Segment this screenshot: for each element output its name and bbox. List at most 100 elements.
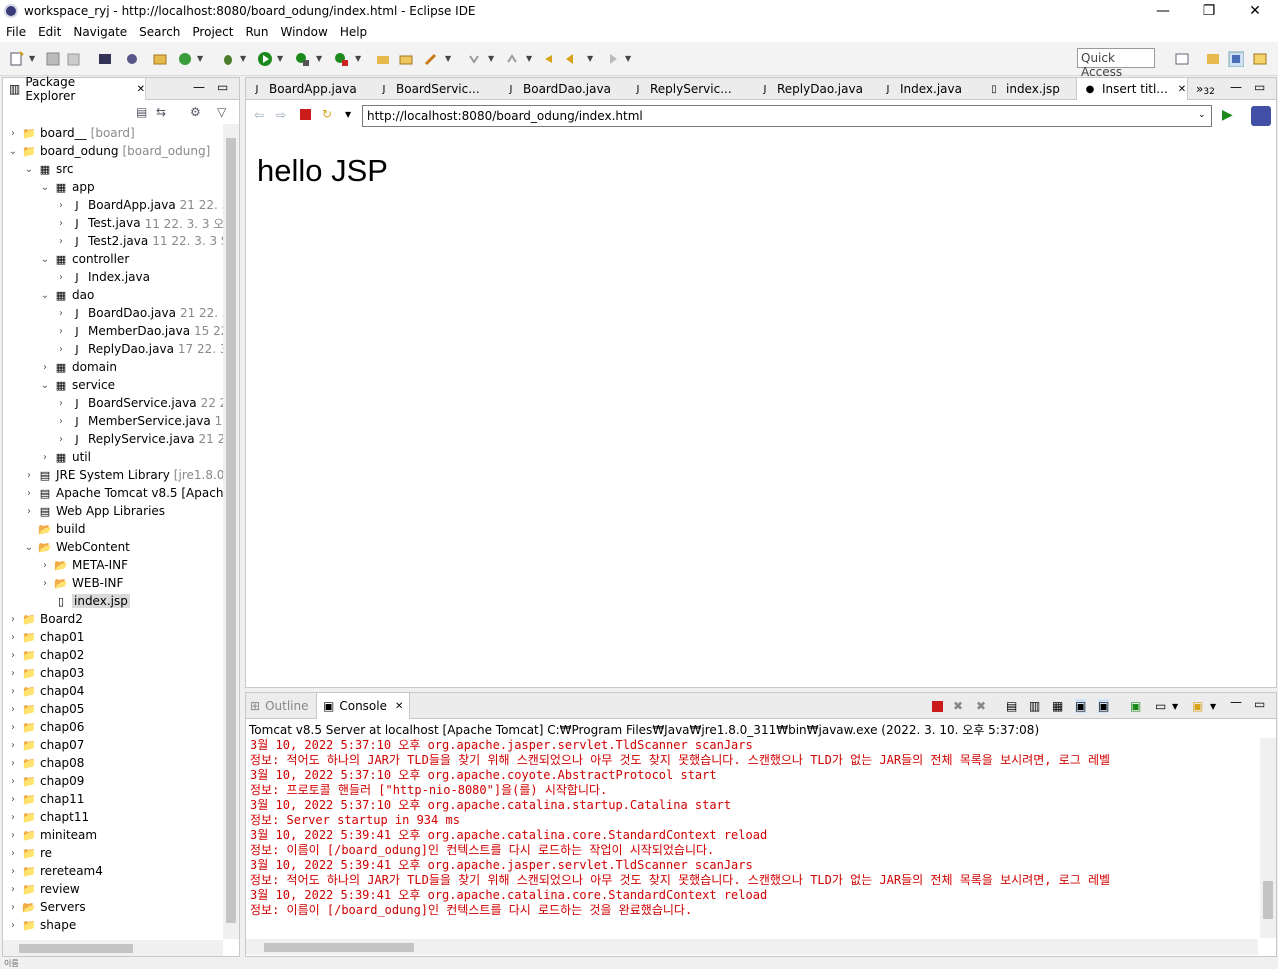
prev-annotation-icon[interactable] (503, 50, 521, 68)
next-annotation-icon[interactable] (465, 50, 483, 68)
tree-item-servers[interactable]: › 📂 Servers (7, 898, 86, 916)
back-dropdown-icon[interactable]: ▼ (587, 54, 593, 63)
console-close-icon[interactable]: ✕ (395, 701, 403, 712)
show-stderr-icon[interactable]: ▣ (1098, 699, 1110, 713)
tree-item-replyservice-java[interactable]: › J ReplyService.java21 22 (55, 430, 223, 448)
history-dropdown-icon[interactable]: ▼ (345, 110, 351, 119)
tab-replyservice[interactable]: J ReplyServic... (631, 78, 732, 100)
tree-item-chap06[interactable]: › 📁 chap06 (7, 718, 84, 736)
tree-item-service[interactable]: ⌄ ▦ service (39, 376, 115, 394)
menu-edit[interactable]: Edit (32, 25, 67, 39)
expand-icon[interactable]: › (55, 236, 67, 247)
menu-search[interactable]: Search (133, 25, 186, 39)
save-icon[interactable] (44, 50, 62, 68)
debug-dropdown-icon[interactable]: ▼ (240, 54, 246, 63)
tree-item-shape[interactable]: › 📁 shape (7, 916, 76, 934)
tree-horizontal-scrollbar[interactable] (3, 940, 223, 956)
url-input[interactable]: http://localhost:8080/board_odung/index.… (362, 105, 1212, 127)
terminate-icon[interactable] (932, 701, 943, 712)
collapse-icon[interactable]: ⌄ (39, 380, 51, 391)
run-server-icon[interactable] (293, 50, 311, 68)
expand-icon[interactable]: › (55, 308, 67, 319)
expand-icon[interactable]: › (7, 722, 19, 733)
tab-close-icon[interactable]: ✕ (1178, 84, 1186, 95)
package-explorer-close-icon[interactable]: ✕ (137, 84, 145, 95)
tree-item-webapp-libraries[interactable]: › ▤ Web App Libraries (23, 502, 165, 520)
expand-icon[interactable]: › (7, 776, 19, 787)
forward-dropdown-icon[interactable]: ▼ (625, 54, 631, 63)
minimize-editor-icon[interactable]: — (1230, 80, 1242, 94)
stop-icon[interactable] (300, 109, 311, 120)
tree-horizontal-scroll-thumb[interactable] (19, 944, 133, 953)
tab-boardapp-java[interactable]: J BoardApp.java (250, 78, 357, 100)
tab-index-java[interactable]: J Index.java (881, 78, 962, 100)
tree-item-re[interactable]: › 📁 re (7, 844, 52, 862)
expand-icon[interactable]: › (7, 740, 19, 751)
expand-icon[interactable]: › (7, 830, 19, 841)
view-menu-icon[interactable]: ▽ (217, 105, 226, 119)
open-console-icon[interactable]: ▣ (1192, 699, 1203, 713)
tree-vertical-scroll-thumb[interactable] (226, 138, 236, 923)
collapse-icon[interactable]: ⌄ (39, 182, 51, 193)
tree-item-chap07[interactable]: › 📁 chap07 (7, 736, 84, 754)
debug-perspective-icon[interactable] (1227, 50, 1245, 68)
menu-navigate[interactable]: Navigate (67, 25, 133, 39)
expand-icon[interactable]: › (23, 506, 35, 517)
forward-icon[interactable] (602, 50, 620, 68)
link-with-editor-icon[interactable]: ⇆ (156, 105, 166, 119)
expand-icon[interactable]: › (7, 866, 19, 877)
tree-item-test2-java[interactable]: › J Test2.java 11 22. 3. 3 S (55, 232, 223, 250)
minimize-console-icon[interactable]: — (1230, 695, 1242, 709)
new-icon[interactable] (8, 50, 26, 68)
minimize-view-icon[interactable]: — (193, 80, 205, 94)
minimize-button[interactable]: — (1140, 0, 1186, 22)
expand-icon[interactable]: › (39, 578, 51, 589)
expand-icon[interactable]: › (55, 272, 67, 283)
next-annotation-dropdown-icon[interactable]: ▼ (488, 54, 494, 63)
tab-boardservice[interactable]: J BoardServic... (377, 78, 480, 100)
collapse-icon[interactable]: ⌄ (23, 542, 35, 553)
last-edit-icon[interactable] (541, 50, 559, 68)
go-icon[interactable]: ▶ (1222, 107, 1233, 123)
pen-icon[interactable] (422, 50, 440, 68)
menu-help[interactable]: Help (334, 25, 373, 39)
refresh-page-icon[interactable]: ↻ (322, 107, 332, 121)
tree-item-app[interactable]: ⌄ ▦ app (39, 178, 95, 196)
expand-icon[interactable]: › (7, 614, 19, 625)
console-horizontal-scrollbar[interactable] (246, 939, 1258, 955)
expand-icon[interactable]: › (39, 452, 51, 463)
expand-icon[interactable]: › (7, 848, 19, 859)
expand-icon[interactable]: › (23, 488, 35, 499)
tree-item-domain[interactable]: › ▦ domain (39, 358, 117, 376)
tree-item-chap08[interactable]: › 📁 chap08 (7, 754, 84, 772)
tree-item-boarddao-java[interactable]: › J BoardDao.java21 22. 3 (55, 304, 223, 322)
tree-item-miniteam[interactable]: › 📁 miniteam (7, 826, 97, 844)
console-vertical-scroll-thumb[interactable] (1263, 881, 1273, 919)
open-console-dropdown-icon[interactable]: ▼ (1210, 702, 1216, 711)
tree-item-memberdao-java[interactable]: › J MemberDao.java15 22 (55, 322, 223, 340)
tree-item-memberservice-java[interactable]: › J MemberService.java15 (55, 412, 223, 430)
expand-icon[interactable]: › (55, 344, 67, 355)
run-icon[interactable] (256, 50, 274, 68)
back-arrow-icon[interactable]: ⇦ (254, 108, 264, 122)
expand-icon[interactable]: › (55, 200, 67, 211)
tree-item-boardservice-java[interactable]: › J BoardService.java22 22 (55, 394, 223, 412)
tab-index-jsp[interactable]: ▯ index.jsp (987, 78, 1060, 100)
remove-launch-icon[interactable]: ✖ (953, 699, 963, 713)
tree-item-chap03[interactable]: › 📁 chap03 (7, 664, 84, 682)
expand-icon[interactable]: › (7, 920, 19, 931)
tree-item-chapt11[interactable]: › 📁 chapt11 (7, 808, 89, 826)
collapse-icon[interactable]: ⌄ (23, 164, 35, 175)
menu-window[interactable]: Window (274, 25, 333, 39)
tree-item-webcontent[interactable]: ⌄ 📂 WebContent (23, 538, 130, 556)
tree-item-index-java[interactable]: › J Index.java (55, 268, 150, 286)
tree-item-board2[interactable]: › 📁 Board2 (7, 610, 83, 628)
expand-icon[interactable]: › (7, 704, 19, 715)
url-dropdown-icon[interactable]: ⌄ (1198, 110, 1206, 120)
open-folder-icon[interactable] (397, 50, 415, 68)
tree-item-test-java[interactable]: › J Test.java 11 22. 3. 3 오 (55, 214, 223, 232)
collapse-all-icon[interactable]: ▤ (136, 105, 147, 119)
console-horizontal-scroll-thumb[interactable] (264, 943, 414, 952)
collapse-icon[interactable]: ⌄ (39, 254, 51, 265)
tree-item-chap01[interactable]: › 📁 chap01 (7, 628, 84, 646)
